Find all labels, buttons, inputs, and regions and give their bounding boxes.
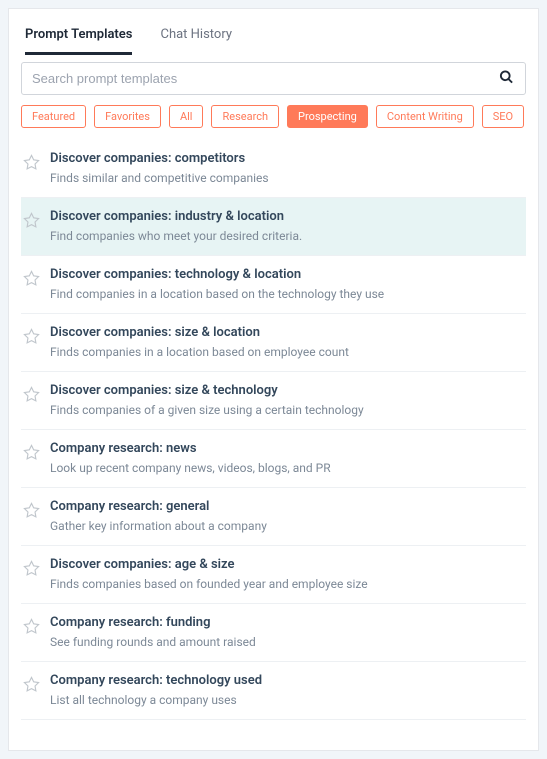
template-item-desc: Finds companies of a given size using a … <box>50 402 520 419</box>
template-item-body: Discover companies: age & size Finds comp… <box>50 556 520 593</box>
star-icon[interactable] <box>23 560 40 577</box>
template-item-title: Discover companies: age & size <box>50 556 520 574</box>
template-item-body: Discover companies: industry & location F… <box>50 208 520 245</box>
template-item-title: Company research: general <box>50 498 520 516</box>
template-item[interactable]: Discover companies: industry & location F… <box>21 198 526 256</box>
template-item[interactable]: Company research: general Gather key info… <box>21 488 526 546</box>
template-item[interactable]: Discover companies: size & technology Fin… <box>21 372 526 430</box>
template-item[interactable]: Discover companies: age & size Finds comp… <box>21 546 526 604</box>
star-icon[interactable] <box>23 212 40 229</box>
template-item-title: Company research: news <box>50 440 520 458</box>
template-item-body: Company research: general Gather key info… <box>50 498 520 535</box>
template-item-desc: Finds companies in a location based on e… <box>50 344 520 361</box>
prompt-panel: Prompt Templates Chat History Featured F… <box>8 8 539 751</box>
template-item-title: Discover companies: competitors <box>50 150 520 168</box>
template-item[interactable]: Discover companies: competitors Finds sim… <box>21 140 526 198</box>
template-item[interactable]: Discover companies: size & location Finds… <box>21 314 526 372</box>
filter-featured[interactable]: Featured <box>21 105 86 128</box>
search-icon[interactable] <box>499 69 514 88</box>
filter-seo[interactable]: SEO <box>482 105 524 128</box>
template-item-desc: List all technology a company uses <box>50 692 520 709</box>
template-item-body: Discover companies: technology & locatio… <box>50 266 520 303</box>
template-item-title: Discover companies: size & location <box>50 324 520 342</box>
filter-favorites[interactable]: Favorites <box>94 105 161 128</box>
template-item[interactable]: Company research: news Look up recent com… <box>21 430 526 488</box>
filter-row: Featured Favorites All Research Prospect… <box>21 105 526 128</box>
star-icon[interactable] <box>23 270 40 287</box>
template-item[interactable]: Company research: technology used List al… <box>21 662 526 720</box>
template-list: Discover companies: competitors Finds sim… <box>21 140 526 720</box>
tab-prompt-templates[interactable]: Prompt Templates <box>25 23 132 55</box>
template-item-body: Discover companies: size & technology Fin… <box>50 382 520 419</box>
template-item-desc: Finds companies based on founded year an… <box>50 576 520 593</box>
template-item-body: Discover companies: competitors Finds sim… <box>50 150 520 187</box>
template-item-body: Company research: technology used List al… <box>50 672 520 709</box>
template-item-title: Discover companies: size & technology <box>50 382 520 400</box>
filter-content-writing[interactable]: Content Writing <box>376 105 474 128</box>
tab-bar: Prompt Templates Chat History <box>21 17 526 54</box>
star-icon[interactable] <box>23 154 40 171</box>
template-item-desc: Look up recent company news, videos, blo… <box>50 460 520 477</box>
template-item-title: Company research: technology used <box>50 672 520 690</box>
template-item-body: Company research: news Look up recent com… <box>50 440 520 477</box>
star-icon[interactable] <box>23 328 40 345</box>
template-item-body: Discover companies: size & location Finds… <box>50 324 520 361</box>
template-item-desc: See funding rounds and amount raised <box>50 634 520 651</box>
template-item-desc: Finds similar and competitive companies <box>50 170 520 187</box>
star-icon[interactable] <box>23 618 40 635</box>
template-item-title: Discover companies: industry & location <box>50 208 520 226</box>
template-item-desc: Gather key information about a company <box>50 518 520 535</box>
template-item-title: Discover companies: technology & locatio… <box>50 266 520 284</box>
star-icon[interactable] <box>23 502 40 519</box>
filter-research[interactable]: Research <box>211 105 279 128</box>
tab-chat-history[interactable]: Chat History <box>160 23 232 55</box>
filter-prospecting[interactable]: Prospecting <box>287 105 368 128</box>
template-item-body: Company research: fundingSee funding rou… <box>50 614 520 651</box>
template-item-desc: Find companies in a location based on th… <box>50 286 520 303</box>
search-input[interactable] <box>21 62 526 95</box>
template-item[interactable]: Company research: fundingSee funding rou… <box>21 604 526 662</box>
filter-all[interactable]: All <box>169 105 204 128</box>
star-icon[interactable] <box>23 444 40 461</box>
template-item-desc: Find companies who meet your desired cri… <box>50 228 520 245</box>
template-item[interactable]: Discover companies: technology & locatio… <box>21 256 526 314</box>
search-wrap <box>21 62 526 95</box>
star-icon[interactable] <box>23 386 40 403</box>
star-icon[interactable] <box>23 676 40 693</box>
